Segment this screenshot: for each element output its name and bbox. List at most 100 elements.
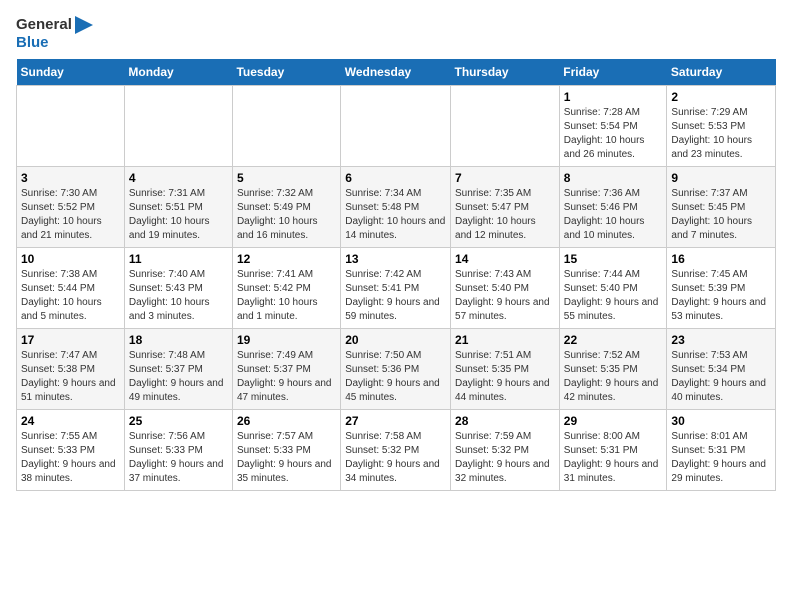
calendar-week-row: 1 Sunrise: 7:28 AM Sunset: 5:54 PM Daylig… [17,86,776,167]
calendar-week-row: 17 Sunrise: 7:47 AM Sunset: 5:38 PM Dayli… [17,329,776,410]
day-number: 29 [564,414,663,428]
day-info: Sunrise: 7:47 AM Sunset: 5:38 PM Dayligh… [21,349,120,405]
calendar-cell: 21 Sunrise: 7:51 AM Sunset: 5:35 PM Dayli… [451,329,560,410]
calendar-cell: 15 Sunrise: 7:44 AM Sunset: 5:40 PM Dayli… [559,248,667,329]
day-info: Sunrise: 7:45 AM Sunset: 5:39 PM Dayligh… [671,268,771,324]
day-number: 16 [671,252,771,266]
weekday-header-row: SundayMondayTuesdayWednesdayThursdayFrid… [17,59,776,86]
day-number: 15 [564,252,663,266]
day-number: 7 [455,171,555,185]
day-info: Sunrise: 7:59 AM Sunset: 5:32 PM Dayligh… [455,430,555,486]
day-number: 27 [345,414,446,428]
calendar-cell: 13 Sunrise: 7:42 AM Sunset: 5:41 PM Dayli… [341,248,451,329]
day-number: 19 [237,333,336,347]
weekday-header-sunday: Sunday [17,59,125,86]
weekday-header-tuesday: Tuesday [232,59,340,86]
day-number: 5 [237,171,336,185]
day-info: Sunrise: 7:28 AM Sunset: 5:54 PM Dayligh… [564,106,663,162]
day-number: 10 [21,252,120,266]
day-info: Sunrise: 7:41 AM Sunset: 5:42 PM Dayligh… [237,268,336,324]
calendar-week-row: 24 Sunrise: 7:55 AM Sunset: 5:33 PM Dayli… [17,410,776,491]
weekday-header-monday: Monday [124,59,232,86]
weekday-header-friday: Friday [559,59,667,86]
day-info: Sunrise: 7:58 AM Sunset: 5:32 PM Dayligh… [345,430,446,486]
day-number: 13 [345,252,446,266]
calendar-cell: 2Sunrise: 7:29 AM Sunset: 5:53 PM Daylig… [667,86,776,167]
calendar-cell: 24 Sunrise: 7:55 AM Sunset: 5:33 PM Dayli… [17,410,125,491]
calendar-cell: 3 Sunrise: 7:30 AM Sunset: 5:52 PM Daylig… [17,167,125,248]
day-number: 12 [237,252,336,266]
day-number: 17 [21,333,120,347]
calendar-cell: 10 Sunrise: 7:38 AM Sunset: 5:44 PM Dayli… [17,248,125,329]
logo: General Blue [16,16,93,51]
calendar-cell: 1 Sunrise: 7:28 AM Sunset: 5:54 PM Daylig… [559,86,667,167]
day-info: Sunrise: 7:37 AM Sunset: 5:45 PM Dayligh… [671,187,771,243]
day-info: Sunrise: 7:38 AM Sunset: 5:44 PM Dayligh… [21,268,120,324]
day-number: 20 [345,333,446,347]
weekday-header-saturday: Saturday [667,59,776,86]
day-number: 30 [671,414,771,428]
day-info: Sunrise: 7:30 AM Sunset: 5:52 PM Dayligh… [21,187,120,243]
calendar-week-row: 10 Sunrise: 7:38 AM Sunset: 5:44 PM Dayli… [17,248,776,329]
calendar-cell: 16 Sunrise: 7:45 AM Sunset: 5:39 PM Dayli… [667,248,776,329]
day-number: 9 [671,171,771,185]
day-info: Sunrise: 7:53 AM Sunset: 5:34 PM Dayligh… [671,349,771,405]
calendar-cell: 20 Sunrise: 7:50 AM Sunset: 5:36 PM Dayli… [341,329,451,410]
calendar-cell: 6 Sunrise: 7:34 AM Sunset: 5:48 PM Daylig… [341,167,451,248]
calendar-cell: 28 Sunrise: 7:59 AM Sunset: 5:32 PM Dayli… [451,410,560,491]
day-number: 8 [564,171,663,185]
day-info: Sunrise: 8:01 AM Sunset: 5:31 PM Dayligh… [671,430,771,486]
day-info: Sunrise: 7:40 AM Sunset: 5:43 PM Dayligh… [129,268,228,324]
day-number: 28 [455,414,555,428]
day-number: 25 [129,414,228,428]
calendar-cell: 4 Sunrise: 7:31 AM Sunset: 5:51 PM Daylig… [124,167,232,248]
calendar-cell: 18Sunrise: 7:48 AM Sunset: 5:37 PM Dayli… [124,329,232,410]
calendar-cell [232,86,340,167]
day-number: 22 [564,333,663,347]
day-number: 1 [564,90,663,104]
logo-triangle-icon [75,16,93,34]
day-info: Sunrise: 7:55 AM Sunset: 5:33 PM Dayligh… [21,430,120,486]
day-info: Sunrise: 7:31 AM Sunset: 5:51 PM Dayligh… [129,187,228,243]
calendar-cell: 9 Sunrise: 7:37 AM Sunset: 5:45 PM Daylig… [667,167,776,248]
day-info: Sunrise: 7:49 AM Sunset: 5:37 PM Dayligh… [237,349,336,405]
calendar-cell: 30 Sunrise: 8:01 AM Sunset: 5:31 PM Dayli… [667,410,776,491]
day-info: Sunrise: 7:43 AM Sunset: 5:40 PM Dayligh… [455,268,555,324]
day-number: 4 [129,171,228,185]
calendar-week-row: 3 Sunrise: 7:30 AM Sunset: 5:52 PM Daylig… [17,167,776,248]
day-info: Sunrise: 7:34 AM Sunset: 5:48 PM Dayligh… [345,187,446,243]
calendar-cell: 26Sunrise: 7:57 AM Sunset: 5:33 PM Dayli… [232,410,340,491]
calendar-cell: 7 Sunrise: 7:35 AM Sunset: 5:47 PM Daylig… [451,167,560,248]
calendar-cell [341,86,451,167]
day-info: Sunrise: 7:56 AM Sunset: 5:33 PM Dayligh… [129,430,228,486]
day-number: 23 [671,333,771,347]
calendar-cell: 11Sunrise: 7:40 AM Sunset: 5:43 PM Dayli… [124,248,232,329]
weekday-header-wednesday: Wednesday [341,59,451,86]
day-number: 6 [345,171,446,185]
calendar-cell: 22 Sunrise: 7:52 AM Sunset: 5:35 PM Dayli… [559,329,667,410]
calendar-cell: 14Sunrise: 7:43 AM Sunset: 5:40 PM Dayli… [451,248,560,329]
day-info: Sunrise: 7:57 AM Sunset: 5:33 PM Dayligh… [237,430,336,486]
calendar-cell: 19 Sunrise: 7:49 AM Sunset: 5:37 PM Dayli… [232,329,340,410]
day-info: Sunrise: 7:36 AM Sunset: 5:46 PM Dayligh… [564,187,663,243]
day-info: Sunrise: 7:44 AM Sunset: 5:40 PM Dayligh… [564,268,663,324]
calendar-cell: 5Sunrise: 7:32 AM Sunset: 5:49 PM Daylig… [232,167,340,248]
calendar-cell [17,86,125,167]
day-info: Sunrise: 7:51 AM Sunset: 5:35 PM Dayligh… [455,349,555,405]
day-info: Sunrise: 8:00 AM Sunset: 5:31 PM Dayligh… [564,430,663,486]
day-info: Sunrise: 7:35 AM Sunset: 5:47 PM Dayligh… [455,187,555,243]
day-info: Sunrise: 7:50 AM Sunset: 5:36 PM Dayligh… [345,349,446,405]
calendar-cell [451,86,560,167]
calendar-cell: 8 Sunrise: 7:36 AM Sunset: 5:46 PM Daylig… [559,167,667,248]
day-number: 21 [455,333,555,347]
day-info: Sunrise: 7:42 AM Sunset: 5:41 PM Dayligh… [345,268,446,324]
day-number: 3 [21,171,120,185]
calendar-cell: 23 Sunrise: 7:53 AM Sunset: 5:34 PM Dayli… [667,329,776,410]
day-info: Sunrise: 7:52 AM Sunset: 5:35 PM Dayligh… [564,349,663,405]
day-number: 24 [21,414,120,428]
calendar-cell: 12 Sunrise: 7:41 AM Sunset: 5:42 PM Dayli… [232,248,340,329]
logo-text: General Blue [16,16,93,51]
calendar-cell [124,86,232,167]
calendar-cell: 17 Sunrise: 7:47 AM Sunset: 5:38 PM Dayli… [17,329,125,410]
day-info: Sunrise: 7:29 AM Sunset: 5:53 PM Dayligh… [671,106,771,162]
